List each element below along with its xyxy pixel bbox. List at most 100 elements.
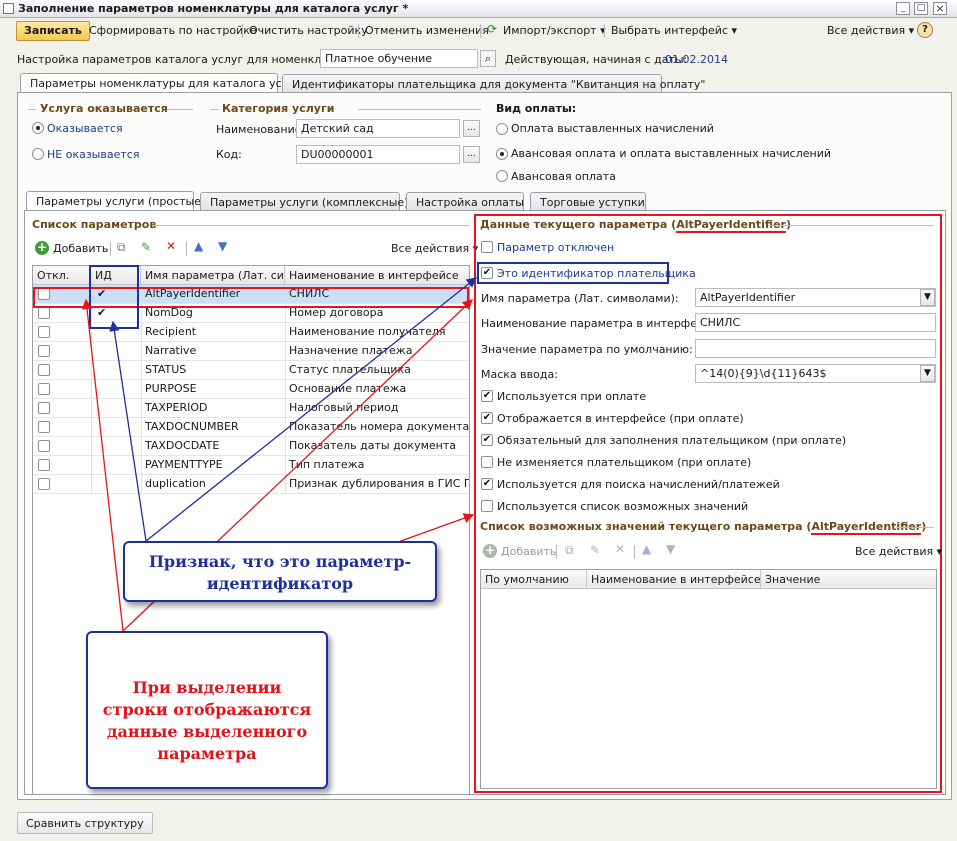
column-header-default[interactable]: По умолчанию bbox=[481, 570, 587, 589]
column-header-interface-name[interactable]: Наименование в интерфейсе bbox=[587, 570, 761, 589]
service-provided-radio[interactable] bbox=[32, 122, 44, 134]
param-flag-checkbox[interactable]: ✔ bbox=[481, 434, 493, 446]
build-by-settings-button[interactable]: Сформировать по настройке bbox=[89, 24, 257, 37]
table-row[interactable]: PURPOSE Основание платежа bbox=[33, 380, 469, 399]
add-value-button[interactable]: Добавить bbox=[501, 545, 556, 558]
delete-icon[interactable]: ✕ bbox=[166, 239, 176, 253]
param-flag-label[interactable]: Используется при оплате bbox=[497, 390, 646, 403]
table-row[interactable]: ✔ AltPayerIdentifier СНИЛС bbox=[33, 285, 469, 304]
copy-icon[interactable]: ⧉ bbox=[117, 240, 126, 255]
param-flag-label[interactable]: Используется список возможных значений bbox=[497, 500, 748, 513]
values-all-actions-menu[interactable]: Все действия ▾ bbox=[855, 545, 942, 558]
table-row[interactable]: ✔ NomDog Номер договора bbox=[33, 304, 469, 323]
param-name-field[interactable]: AltPayerIdentifier bbox=[695, 288, 936, 307]
row-disabled-checkbox[interactable] bbox=[38, 364, 50, 376]
tab-complex-params[interactable]: Параметры услуги (комплексные) bbox=[200, 192, 408, 211]
move-down-icon[interactable]: ▼ bbox=[666, 542, 675, 556]
param-disabled-label[interactable]: Параметр отключен bbox=[497, 241, 614, 254]
param-title-field[interactable]: СНИЛС bbox=[695, 313, 936, 332]
table-row[interactable]: Recipient Наименование получателя bbox=[33, 323, 469, 342]
edit-icon[interactable]: ✎ bbox=[590, 543, 600, 557]
row-disabled-checkbox[interactable] bbox=[38, 402, 50, 414]
category-name-select-button[interactable]: ... bbox=[463, 120, 480, 137]
table-row[interactable]: TAXPERIOD Налоговый период bbox=[33, 399, 469, 418]
column-header-id[interactable]: ИД bbox=[91, 266, 141, 285]
param-flag-checkbox[interactable] bbox=[481, 500, 493, 512]
choose-interface-menu[interactable]: Выбрать интерфейс ▾ bbox=[611, 24, 737, 37]
tab-payer-identifiers[interactable]: Идентификаторы плательщика для документа… bbox=[282, 74, 705, 93]
payment-advance-and-accrued-label[interactable]: Авансовая оплата и оплата выставленных н… bbox=[511, 147, 831, 160]
column-header-disabled[interactable]: Откл. bbox=[33, 266, 91, 285]
param-flag-label[interactable]: Отображается в интерфейсе (при оплате) bbox=[497, 412, 744, 425]
tab-simple-params[interactable]: Параметры услуги (простые) bbox=[26, 191, 205, 211]
copy-icon[interactable]: ⧉ bbox=[565, 543, 574, 558]
compare-structure-button[interactable]: Сравнить структуру bbox=[17, 812, 153, 834]
minimize-icon[interactable]: _ bbox=[896, 2, 910, 15]
row-disabled-checkbox[interactable] bbox=[38, 440, 50, 452]
nomenclature-field[interactable]: Платное обучение bbox=[320, 49, 478, 68]
date-value[interactable]: 01.02.2014 bbox=[665, 53, 728, 66]
param-flag-checkbox[interactable]: ✔ bbox=[481, 478, 493, 490]
row-disabled-checkbox[interactable] bbox=[38, 459, 50, 471]
category-name-field[interactable]: Детский сад bbox=[296, 119, 460, 138]
edit-icon[interactable]: ✎ bbox=[141, 240, 151, 254]
payment-accrued-radio[interactable] bbox=[496, 123, 508, 135]
service-not-provided-label[interactable]: НЕ оказывается bbox=[47, 148, 139, 161]
add-value-icon[interactable]: + bbox=[483, 544, 497, 558]
is-identifier-checkbox[interactable]: ✔ bbox=[481, 267, 493, 279]
row-disabled-checkbox[interactable] bbox=[38, 288, 50, 300]
close-icon[interactable]: × bbox=[933, 2, 947, 15]
param-default-field[interactable] bbox=[695, 339, 936, 358]
move-up-icon[interactable]: ▲ bbox=[642, 542, 651, 556]
search-icon[interactable]: ⌕ bbox=[480, 50, 496, 67]
params-all-actions-menu[interactable]: Все действия ▾ bbox=[391, 242, 478, 255]
service-provided-label[interactable]: Оказывается bbox=[47, 122, 123, 135]
help-icon[interactable]: ? bbox=[917, 22, 933, 38]
column-header-interface-name[interactable]: Наименование в интерфейсе bbox=[285, 266, 469, 285]
param-flag-checkbox[interactable]: ✔ bbox=[481, 412, 493, 424]
payment-advance-and-accrued-radio[interactable] bbox=[496, 148, 508, 160]
tab-trade-concessions[interactable]: Торговые уступки bbox=[530, 192, 646, 211]
row-disabled-checkbox[interactable] bbox=[38, 326, 50, 338]
param-disabled-checkbox[interactable] bbox=[481, 241, 493, 253]
import-export-menu[interactable]: Импорт/экспорт ▾ bbox=[503, 24, 606, 37]
table-row[interactable]: Narrative Назначение платежа bbox=[33, 342, 469, 361]
tab-nomenclature-params[interactable]: Параметры номенклатуры для каталога услу… bbox=[20, 73, 301, 93]
row-disabled-checkbox[interactable] bbox=[38, 345, 50, 357]
row-disabled-checkbox[interactable] bbox=[38, 421, 50, 433]
table-row[interactable]: TAXDOCNUMBER Показатель номера документа bbox=[33, 418, 469, 437]
move-up-icon[interactable]: ▲ bbox=[194, 239, 203, 253]
category-code-select-button[interactable]: ... bbox=[463, 146, 480, 163]
payment-accrued-label[interactable]: Оплата выставленных начислений bbox=[511, 122, 714, 135]
all-actions-menu[interactable]: Все действия ▾ bbox=[827, 24, 914, 37]
param-flag-checkbox[interactable] bbox=[481, 456, 493, 468]
save-button[interactable]: Записать bbox=[16, 21, 90, 41]
add-icon[interactable]: + bbox=[35, 241, 49, 255]
table-row[interactable]: PAYMENTTYPE Тип платежа bbox=[33, 456, 469, 475]
column-header-value[interactable]: Значение bbox=[761, 570, 936, 589]
input-mask-field[interactable]: ^14(0){9}\d{11}643$ bbox=[695, 364, 936, 383]
payment-advance-label[interactable]: Авансовая оплата bbox=[511, 170, 616, 183]
tab-payment-settings[interactable]: Настройка оплаты bbox=[406, 192, 524, 211]
table-row[interactable]: duplication Признак дублирования в ГИС ГМ… bbox=[33, 475, 469, 494]
column-header-param-name[interactable]: Имя параметра (Лат. си... bbox=[141, 266, 285, 285]
add-param-button[interactable]: Добавить bbox=[53, 242, 108, 255]
service-not-provided-radio[interactable] bbox=[32, 148, 44, 160]
table-row[interactable]: STATUS Статус плательщика bbox=[33, 361, 469, 380]
param-flag-label[interactable]: Используется для поиска начислений/плате… bbox=[497, 478, 780, 491]
row-disabled-checkbox[interactable] bbox=[38, 307, 50, 319]
maximize-icon[interactable]: □ bbox=[914, 2, 928, 15]
table-row[interactable]: TAXDOCDATE Показатель даты документа bbox=[33, 437, 469, 456]
param-flag-label[interactable]: Обязательный для заполнения плательщиком… bbox=[497, 434, 846, 447]
payment-advance-radio[interactable] bbox=[496, 170, 508, 182]
clear-settings-button[interactable]: Очистить настройку bbox=[249, 24, 368, 37]
row-disabled-checkbox[interactable] bbox=[38, 478, 50, 490]
param-name-dropdown[interactable]: ▼ bbox=[920, 289, 935, 306]
cancel-changes-button[interactable]: Отменить изменения bbox=[365, 24, 489, 37]
input-mask-dropdown[interactable]: ▼ bbox=[920, 365, 935, 382]
param-flag-checkbox[interactable]: ✔ bbox=[481, 390, 493, 402]
delete-icon[interactable]: ✕ bbox=[615, 542, 625, 556]
is-identifier-label[interactable]: Это идентификатор плательщика bbox=[497, 267, 696, 280]
param-flag-label[interactable]: Не изменяется плательщиком (при оплате) bbox=[497, 456, 751, 469]
move-down-icon[interactable]: ▼ bbox=[218, 239, 227, 253]
